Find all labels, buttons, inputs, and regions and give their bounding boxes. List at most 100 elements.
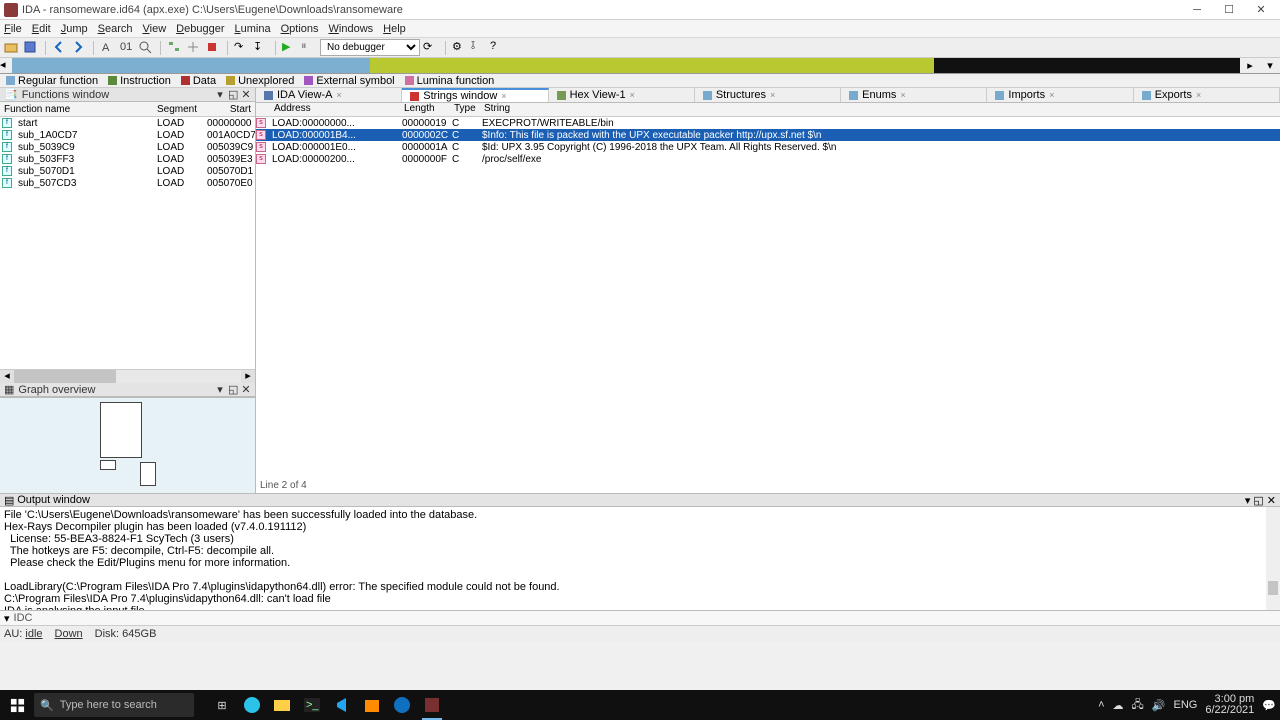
panel-close-icon[interactable]: ✕: [1267, 494, 1276, 507]
tab-enums[interactable]: Enums×: [841, 88, 987, 102]
tab-close-icon[interactable]: ×: [1049, 90, 1054, 100]
app-edge[interactable]: [238, 690, 266, 720]
string-row[interactable]: sLOAD:00000000...00000019CEXECPROT/WRITE…: [256, 117, 1280, 129]
menu-options[interactable]: Options: [281, 23, 319, 35]
tray-network-icon[interactable]: 🖧: [1132, 696, 1144, 715]
minimize-button[interactable]: ─: [1182, 2, 1212, 18]
menu-help[interactable]: Help: [383, 23, 406, 35]
refresh-icon[interactable]: ⟳: [423, 40, 439, 56]
save-icon[interactable]: [23, 40, 39, 56]
panel-menu-icon[interactable]: ▾: [215, 88, 225, 101]
tab-close-icon[interactable]: ×: [501, 91, 506, 101]
navigation-band[interactable]: ◂ ▸▾: [0, 58, 1280, 74]
tray-volume-icon[interactable]: 🔊: [1152, 699, 1166, 712]
graph-icon[interactable]: [167, 40, 183, 56]
tab-ida-view-a[interactable]: IDA View-A×: [256, 88, 402, 102]
taskbar-search[interactable]: 🔍 Type here to search: [34, 693, 194, 717]
menu-jump[interactable]: Jump: [61, 23, 88, 35]
open-icon[interactable]: [4, 40, 20, 56]
panel-restore-icon[interactable]: ◱: [228, 383, 238, 396]
functions-hscrollbar[interactable]: ◂▸: [0, 369, 255, 383]
maximize-button[interactable]: ☐: [1214, 2, 1244, 18]
tab-structures[interactable]: Structures×: [695, 88, 841, 102]
svg-text:A: A: [102, 42, 110, 54]
graph-overview[interactable]: [0, 397, 255, 493]
tab-close-icon[interactable]: ×: [900, 90, 905, 100]
function-row[interactable]: fsub_507CD3LOAD005070E0: [0, 177, 255, 189]
tab-close-icon[interactable]: ×: [336, 90, 341, 100]
app-ida[interactable]: [418, 690, 446, 720]
app-store[interactable]: [358, 690, 386, 720]
window-title: IDA - ransomeware.id64 (apx.exe) C:\User…: [22, 4, 1182, 16]
back-icon[interactable]: [52, 40, 68, 56]
menu-view[interactable]: View: [143, 23, 167, 35]
panel-menu-icon[interactable]: ▾: [215, 383, 225, 396]
tab-strings-window[interactable]: Strings window×: [402, 88, 548, 102]
graph-panel-header: ▦Graph overview ▾◱✕: [0, 383, 255, 397]
menu-file[interactable]: File: [4, 23, 22, 35]
tray-notifications-icon[interactable]: 💬: [1262, 699, 1276, 712]
panel-close-icon[interactable]: ✕: [241, 88, 251, 101]
debugger-combo[interactable]: No debugger: [320, 39, 420, 56]
svg-text:01: 01: [120, 41, 132, 53]
functions-panel-header: 📑Functions window ▾◱✕: [0, 88, 255, 102]
tab-exports[interactable]: Exports×: [1134, 88, 1280, 102]
filter-icon[interactable]: ⫱: [471, 40, 487, 56]
function-row[interactable]: fsub_5070D1LOAD005070D1: [0, 165, 255, 177]
search-icon[interactable]: [138, 40, 154, 56]
strings-header[interactable]: Address Length Type String: [256, 103, 1280, 117]
app-terminal[interactable]: >_: [298, 690, 326, 720]
panel-restore-icon[interactable]: ◱: [228, 88, 238, 101]
tab-close-icon[interactable]: ×: [630, 90, 635, 100]
panel-close-icon[interactable]: ✕: [241, 383, 251, 396]
app-vscode[interactable]: [328, 690, 356, 720]
menu-edit[interactable]: Edit: [32, 23, 51, 35]
pause-icon[interactable]: ⏸: [301, 40, 317, 56]
step-into-icon[interactable]: ↧: [253, 40, 269, 56]
tray-lang[interactable]: ENG: [1174, 699, 1198, 711]
play-icon[interactable]: ▶: [282, 40, 298, 56]
menu-bar: File Edit Jump Search View Debugger Lumina Opti…: [0, 20, 1280, 38]
function-row[interactable]: fstartLOAD00000000: [0, 117, 255, 129]
prompt-selector-icon[interactable]: ▾: [4, 612, 10, 625]
stop-icon[interactable]: [205, 40, 221, 56]
legend-item: External symbol: [304, 75, 394, 87]
view-tabs: IDA View-A×Strings window×Hex View-1×Str…: [256, 88, 1280, 103]
xrefs-icon[interactable]: [186, 40, 202, 56]
function-row[interactable]: fsub_5039C9LOAD005039C9: [0, 141, 255, 153]
tab-close-icon[interactable]: ×: [770, 90, 775, 100]
text-view-icon[interactable]: A: [100, 40, 116, 56]
tray-chevron-icon[interactable]: ˄: [1098, 699, 1104, 711]
menu-windows[interactable]: Windows: [329, 23, 374, 35]
functions-header[interactable]: Function name Segment Start: [0, 102, 255, 117]
tab-imports[interactable]: Imports×: [987, 88, 1133, 102]
output-vscrollbar[interactable]: [1266, 507, 1280, 610]
app-security[interactable]: [388, 690, 416, 720]
task-view-icon[interactable]: ⊞: [208, 690, 236, 720]
panel-restore-icon[interactable]: ◱: [1253, 494, 1263, 507]
string-row[interactable]: sLOAD:000001E0...0000001AC$Id: UPX 3.95 …: [256, 141, 1280, 153]
help-icon[interactable]: ?: [490, 40, 506, 56]
tray-clock[interactable]: 3:00 pm6/22/2021: [1205, 694, 1254, 716]
tray-onedrive-icon[interactable]: ☁: [1113, 699, 1124, 712]
menu-search[interactable]: Search: [98, 23, 133, 35]
function-row[interactable]: fsub_1A0CD7LOAD001A0CD7: [0, 129, 255, 141]
forward-icon[interactable]: [71, 40, 87, 56]
menu-debugger[interactable]: Debugger: [176, 23, 224, 35]
close-button[interactable]: ✕: [1246, 2, 1276, 18]
cfg-icon[interactable]: ⚙: [452, 40, 468, 56]
app-explorer[interactable]: [268, 690, 296, 720]
tab-close-icon[interactable]: ×: [1196, 90, 1201, 100]
string-row[interactable]: sLOAD:00000200...0000000FC/proc/self/exe: [256, 153, 1280, 165]
output-window[interactable]: File 'C:\Users\Eugene\Downloads\ransomew…: [0, 507, 1280, 611]
string-row[interactable]: sLOAD:000001B4...0000002CC$Info: This fi…: [256, 129, 1280, 141]
start-button[interactable]: [0, 690, 34, 720]
command-input[interactable]: [36, 613, 1276, 624]
tab-hex-view-[interactable]: Hex View-1×: [549, 88, 695, 102]
function-row[interactable]: fsub_503FF3LOAD005039E3: [0, 153, 255, 165]
step-over-icon[interactable]: ↷: [234, 40, 250, 56]
panel-menu-icon[interactable]: ▾: [1245, 494, 1251, 507]
menu-lumina[interactable]: Lumina: [234, 23, 270, 35]
binary-icon[interactable]: 01: [119, 40, 135, 56]
search-icon: 🔍: [40, 699, 54, 712]
